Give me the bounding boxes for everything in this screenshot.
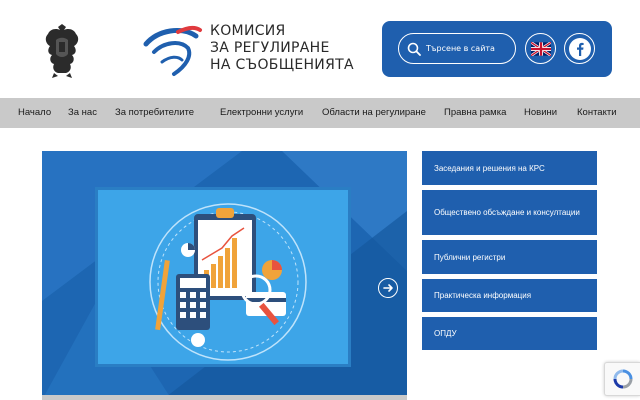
coat-of-arms-icon[interactable] (40, 24, 84, 78)
slider-bottom-bar (42, 395, 407, 400)
nav-item-contacts[interactable]: Контакти (577, 107, 617, 118)
sidebar-item-opdu[interactable]: ОПДУ (422, 317, 597, 350)
search-icon (407, 42, 421, 56)
english-language-button[interactable] (525, 33, 556, 64)
logo-line-1: КОМИСИЯ (210, 23, 286, 39)
nav-item-about[interactable]: За нас (68, 107, 97, 118)
finance-illustration-icon (149, 203, 307, 361)
logo-line-3: НА СЪОБЩЕНИЯТА (210, 57, 354, 73)
nav-item-consumers[interactable]: За потребителите (115, 107, 194, 118)
crc-logo-icon[interactable] (140, 22, 210, 82)
sidebar-item-meetings[interactable]: Заседания и решения на КРС (422, 151, 597, 185)
search-input[interactable]: Търсене в сайта (398, 33, 516, 64)
sidebar-item-label: Заседания и решения на КРС (434, 163, 545, 173)
slide-illustration[interactable] (95, 187, 351, 367)
slider-next-button[interactable] (378, 278, 398, 298)
nav-item-news[interactable]: Новини (524, 107, 557, 118)
nav-item-legal-framework[interactable]: Правна рамка (444, 107, 506, 118)
uk-flag-icon (530, 41, 551, 56)
sidebar-item-public-consultation[interactable]: Обществено обсъждане и консултации (422, 190, 597, 235)
sidebar-item-public-registers[interactable]: Публични регистри (422, 240, 597, 274)
main-navigation: Начало За нас За потребителите Електронн… (0, 98, 640, 128)
facebook-icon (568, 37, 591, 60)
sidebar-item-practical-info[interactable]: Практическа информация (422, 279, 597, 312)
sidebar-item-label: ОПДУ (434, 329, 457, 338)
facebook-button[interactable] (564, 33, 595, 64)
logo-wordmark[interactable]: КОМИСИЯ ЗА РЕГУЛИРАНЕ НА СЪОБЩЕНИЯТА (210, 23, 354, 74)
nav-item-e-services[interactable]: Електронни услуги (220, 107, 303, 118)
nav-item-home[interactable]: Начало (18, 107, 51, 118)
site-header: КОМИСИЯ ЗА РЕГУЛИРАНЕ НА СЪОБЩЕНИЯТА Тър… (0, 0, 640, 98)
header-tools: Търсене в сайта (382, 21, 612, 77)
sidebar-item-label: Публични регистри (434, 252, 506, 262)
nav-item-regulation-areas[interactable]: Области на регулиране (322, 107, 426, 118)
sidebar-item-label: Обществено обсъждане и консултации (434, 208, 580, 217)
page: { "logo": { "line1": "КОМИСИЯ", "line2":… (0, 0, 640, 400)
recaptcha-badge[interactable] (604, 362, 640, 396)
recaptcha-icon (613, 369, 632, 389)
logo-line-2: ЗА РЕГУЛИРАНЕ (210, 40, 330, 56)
arrow-right-icon (383, 284, 393, 292)
search-placeholder: Търсене в сайта (426, 44, 495, 53)
sidebar-item-label: Практическа информация (434, 291, 532, 300)
